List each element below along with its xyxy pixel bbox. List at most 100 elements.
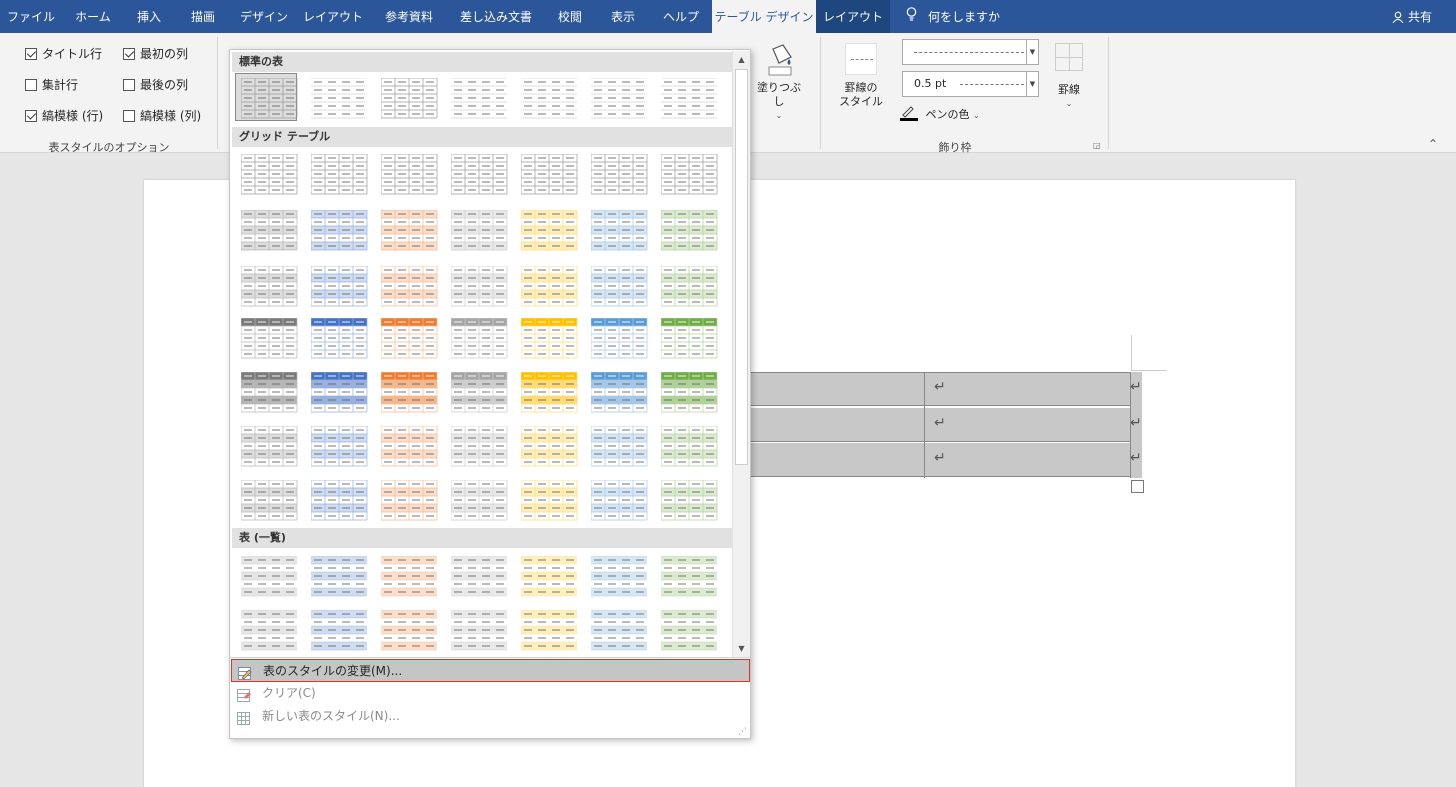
table-style-swatch[interactable] [586,74,647,120]
table-style-swatch[interactable] [516,552,577,598]
table-style-swatch[interactable] [656,422,718,468]
scroll-up-icon[interactable]: ▲ [733,51,750,68]
table-style-swatch[interactable] [306,606,367,652]
table-style-swatch[interactable] [656,368,718,414]
table-style-swatch[interactable] [586,206,648,252]
dialog-launcher-icon[interactable]: ◲ [1093,141,1101,150]
shading-button[interactable]: 塗りつぶし ⌄ [752,41,806,123]
checkbox[interactable] [123,48,135,60]
table-style-swatch[interactable] [446,150,508,196]
option-banded-columns[interactable]: 縞模様 (列) [123,108,201,124]
table-style-swatch[interactable] [656,262,718,308]
new-table-style-item[interactable]: 新しい表のスタイル(N)... [231,705,750,728]
tab-table-layout[interactable]: レイアウト [816,0,890,33]
table-style-swatch[interactable] [236,476,298,522]
table-style-swatch[interactable] [656,206,718,252]
table-style-swatch[interactable] [516,74,577,120]
table-style-swatch[interactable] [656,476,718,522]
tab-draw[interactable]: 描画 [174,0,232,33]
table-style-swatch[interactable] [516,606,577,652]
table-style-swatch[interactable] [586,476,648,522]
tab-file[interactable]: ファイル [0,0,62,33]
table-style-swatch[interactable] [446,74,507,120]
table-style-swatch[interactable] [306,476,368,522]
borders-button[interactable]: 罫線 ⌄ [1048,43,1090,111]
tab-review[interactable]: 校閲 [544,0,596,33]
table-style-swatch[interactable] [656,552,717,598]
option-total-row[interactable]: 集計行 [25,77,78,93]
table-style-swatch[interactable] [376,150,438,196]
table-style-swatch[interactable] [516,368,578,414]
table-style-swatch[interactable] [235,73,298,121]
option-first-column[interactable]: 最初の列 [123,46,188,62]
table-style-swatch[interactable] [306,314,368,360]
table-style-swatch[interactable] [376,74,438,120]
table-style-swatch[interactable] [586,552,647,598]
option-header-row[interactable]: タイトル行 [25,46,102,62]
table-style-swatch[interactable] [586,606,647,652]
table-style-swatch[interactable] [586,262,648,308]
table-style-swatch[interactable] [306,262,368,308]
table-style-swatch[interactable] [656,74,717,120]
table-style-swatch[interactable] [516,476,578,522]
tab-mailings[interactable]: 差し込み文書 [448,0,544,33]
table-style-swatch[interactable] [306,150,368,196]
table-style-swatch[interactable] [306,206,368,252]
tab-design[interactable]: デザイン [232,0,296,33]
table-style-swatch[interactable] [236,314,298,360]
table-style-swatch[interactable] [306,422,368,468]
clear-table-style-item[interactable]: クリア(C) [231,682,750,705]
checkbox[interactable] [123,110,135,122]
table-style-swatch[interactable] [236,422,298,468]
line-style-dropdown[interactable]: ▼ [902,39,1039,65]
table-resize-handle[interactable] [1131,480,1144,493]
table-style-swatch[interactable] [376,552,437,598]
border-styles-button[interactable]: 罫線の スタイル [832,43,890,109]
table-style-swatch[interactable] [236,368,298,414]
table-style-swatch[interactable] [516,314,578,360]
table-style-swatch[interactable] [586,314,648,360]
tab-home[interactable]: ホーム [62,0,124,33]
table-style-swatch[interactable] [586,422,648,468]
checkbox[interactable] [123,79,135,91]
table-style-swatch[interactable] [376,262,438,308]
table-style-swatch[interactable] [446,262,508,308]
table-style-swatch[interactable] [656,606,717,652]
tab-layout[interactable]: レイアウト [296,0,370,33]
modify-table-style-item[interactable]: 表のスタイルの変更(M)... [231,659,750,682]
table-style-swatch[interactable] [446,206,508,252]
collapse-ribbon-icon[interactable]: ⌃ [1428,137,1438,151]
tab-table-design[interactable]: テーブル デザイン [712,0,816,33]
checkbox[interactable] [25,110,37,122]
table-style-swatch[interactable] [446,606,507,652]
table-style-swatch[interactable] [236,150,298,196]
table-style-swatch[interactable] [376,422,438,468]
table-style-swatch[interactable] [446,552,507,598]
table-style-swatch[interactable] [516,422,578,468]
table-style-swatch[interactable] [236,206,298,252]
tab-references[interactable]: 参考資料 [370,0,448,33]
line-weight-dropdown[interactable]: 0.5 pt ▼ [902,71,1039,97]
table-style-swatch[interactable] [376,206,438,252]
table-style-swatch[interactable] [446,368,508,414]
table-style-swatch[interactable] [306,368,368,414]
table-style-swatch[interactable] [376,368,438,414]
table-style-swatch[interactable] [516,206,578,252]
table-style-swatch[interactable] [236,606,297,652]
pen-color-button[interactable]: ペンの色 ⌄ [900,105,980,123]
table-style-swatch[interactable] [516,262,578,308]
table-style-swatch[interactable] [236,552,297,598]
table-style-swatch[interactable] [586,150,648,196]
tab-help[interactable]: ヘルプ [650,0,712,33]
table-style-swatch[interactable] [236,262,298,308]
checkbox[interactable] [25,79,37,91]
resize-grip-icon[interactable]: ⋰ [738,727,747,737]
option-banded-rows[interactable]: 縞模様 (行) [25,108,103,124]
table-style-swatch[interactable] [306,552,367,598]
table-style-swatch[interactable] [376,606,437,652]
table-style-swatch[interactable] [376,314,438,360]
table-style-swatch[interactable] [446,314,508,360]
checkbox[interactable] [25,48,37,60]
table-style-swatch[interactable] [376,476,438,522]
table-style-swatch[interactable] [656,150,718,196]
